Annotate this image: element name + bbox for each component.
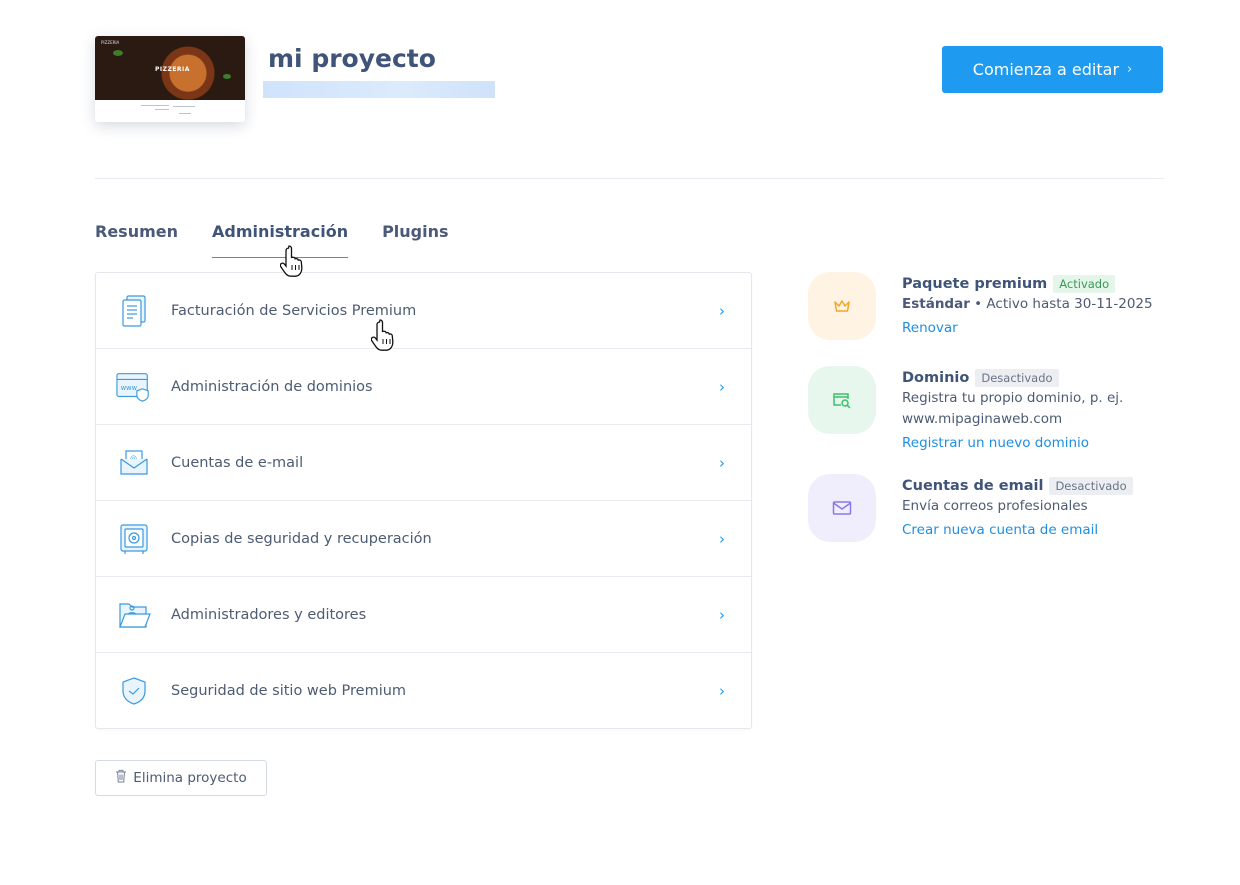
svg-text:www: www bbox=[121, 384, 138, 392]
start-editing-button[interactable]: Comienza a editar › bbox=[942, 46, 1163, 93]
menu-item-email-accounts[interactable]: @ Cuentas de e-mail › bbox=[96, 425, 751, 501]
tab-plugins[interactable]: Plugins bbox=[382, 220, 448, 258]
project-title: mi proyecto bbox=[268, 44, 436, 73]
chevron-right-icon: › bbox=[719, 377, 725, 396]
menu-item-admins-editors[interactable]: Administradores y editores › bbox=[96, 577, 751, 653]
status-badge: Desactivado bbox=[975, 369, 1059, 387]
menu-item-label: Facturación de Servicios Premium bbox=[171, 302, 417, 319]
delete-project-button[interactable]: Elimina proyecto bbox=[95, 760, 267, 796]
plan-name: Estándar bbox=[902, 296, 970, 312]
start-editing-label: Comienza a editar bbox=[972, 60, 1120, 79]
crown-icon bbox=[808, 272, 876, 340]
status-badge: Desactivado bbox=[1049, 477, 1133, 495]
invoice-document-icon bbox=[116, 293, 152, 329]
plan-status: • Activo hasta 30-11-2025 bbox=[969, 296, 1153, 312]
delete-project-label: Elimina proyecto bbox=[133, 770, 247, 786]
menu-item-label: Cuentas de e-mail bbox=[171, 454, 304, 471]
menu-item-website-security[interactable]: Seguridad de sitio web Premium › bbox=[96, 653, 751, 729]
shield-check-icon bbox=[116, 673, 152, 709]
menu-item-billing[interactable]: Facturación de Servicios Premium › bbox=[96, 273, 751, 349]
premium-title: Paquete premium bbox=[902, 276, 1048, 292]
email-envelope-icon: @ bbox=[116, 445, 152, 481]
menu-item-label: Seguridad de sitio web Premium bbox=[171, 683, 407, 699]
email-title: Cuentas de email bbox=[902, 478, 1044, 494]
domain-browser-icon: www bbox=[116, 369, 152, 405]
domain-description: Registra tu propio dominio, p. ej. bbox=[902, 390, 1124, 406]
project-url-redacted bbox=[263, 81, 495, 98]
chevron-right-icon: › bbox=[719, 453, 725, 472]
hand-pointer-cursor-icon bbox=[371, 319, 394, 351]
chevron-right-icon: › bbox=[719, 605, 725, 624]
header-divider bbox=[95, 178, 1164, 179]
safe-backup-icon bbox=[116, 521, 152, 557]
chevron-right-icon: › bbox=[1127, 62, 1133, 77]
chevron-right-icon: › bbox=[719, 682, 725, 700]
mail-icon bbox=[808, 474, 876, 542]
email-description: Envía correos profesionales bbox=[902, 498, 1088, 514]
domain-title: Dominio bbox=[902, 370, 970, 386]
create-email-link[interactable]: Crear nueva cuenta de email bbox=[902, 517, 1202, 543]
chevron-right-icon: › bbox=[719, 529, 725, 548]
thumbnail-logo: PIZZERIA bbox=[101, 40, 120, 45]
tab-resumen[interactable]: Resumen bbox=[95, 220, 178, 258]
renew-link[interactable]: Renovar bbox=[902, 315, 1202, 341]
users-folder-icon bbox=[116, 597, 152, 633]
menu-item-label: Copias de seguridad y recuperación bbox=[171, 530, 432, 547]
status-badge: Activado bbox=[1053, 275, 1116, 293]
menu-item-domains[interactable]: www Administración de dominios › bbox=[96, 349, 751, 425]
register-domain-link[interactable]: Registrar un nuevo dominio bbox=[902, 430, 1202, 456]
trash-icon bbox=[115, 769, 127, 787]
domain-search-icon bbox=[808, 366, 876, 434]
menu-item-label: Administradores y editores bbox=[171, 606, 367, 623]
menu-item-backups[interactable]: Copias de seguridad y recuperación › bbox=[96, 501, 751, 577]
hand-pointer-cursor-icon bbox=[280, 245, 303, 277]
menu-item-label: Administración de dominios bbox=[171, 378, 373, 395]
thumbnail-brand: PIZZERIA bbox=[155, 66, 190, 73]
chevron-right-icon: › bbox=[719, 301, 725, 320]
administration-menu: Facturación de Servicios Premium › www A… bbox=[95, 272, 752, 729]
domain-example: www.mipaginaweb.com bbox=[902, 411, 1063, 427]
project-thumbnail: PIZZERIA PIZZERIA bbox=[95, 36, 245, 122]
